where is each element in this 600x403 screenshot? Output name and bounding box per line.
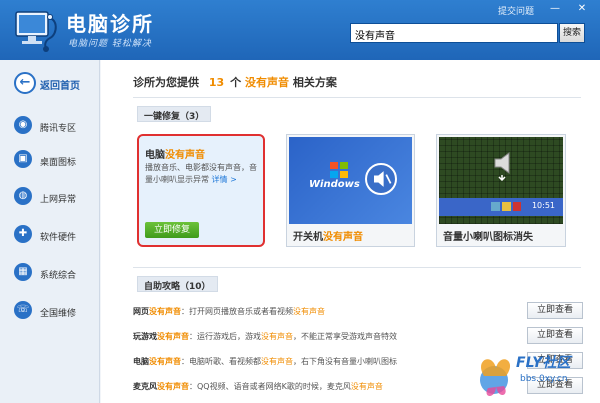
guide-desc-c: ，不能正常享受游戏声音特效 xyxy=(293,332,397,341)
close-button[interactable]: ✕ xyxy=(574,2,590,16)
back-arrow-icon: ← xyxy=(14,72,36,94)
sidebar-item-label: 腾讯专区 xyxy=(40,124,77,134)
windows-logo-text: Windows xyxy=(309,179,360,190)
monitor-icon: ▣ xyxy=(14,150,32,168)
sidebar-item-label: 软件硬件 xyxy=(40,233,77,243)
guide-text: 电脑没有声音：电脑听歌、看视频都没有声音，右下角没有音量小喇叭图标 xyxy=(133,356,397,367)
guide-title-b: 没有声音 xyxy=(157,332,189,341)
caption-b: 没有声音 xyxy=(323,232,363,243)
watermark-text: FLY社区 xyxy=(516,355,571,371)
mute-speaker-icon xyxy=(365,163,397,195)
globe-icon: ◍ xyxy=(14,187,32,205)
card-caption: 开关机没有声音 xyxy=(293,228,363,243)
search-input[interactable]: 没有声音 xyxy=(350,23,558,43)
guide-text: 玩游戏没有声音：运行游戏后，游戏没有声音，不能正常享受游戏声音特效 xyxy=(133,331,397,342)
sidebar-item-label: 全国维修 xyxy=(40,309,77,319)
sidebar: ← 返回首页 ◉ 腾讯专区 ▣ 桌面图标 ◍ 上网异常 ✚ 软件硬件 ▦ 系统综… xyxy=(0,60,100,403)
fix-card-volume-icon[interactable]: 10:51 音量小喇叭图标消失 xyxy=(436,134,566,247)
penguin-icon: ◉ xyxy=(14,116,32,134)
desktop-thumbnail: 10:51 xyxy=(439,137,563,224)
tray-clock: 10:51 xyxy=(531,201,555,210)
windows-icon: ▦ xyxy=(14,263,32,281)
headline-suffix: 相关方案 xyxy=(292,76,337,89)
divider xyxy=(133,267,581,268)
fix-card-no-sound[interactable]: 电脑没有声音 播放音乐、电影都没有声音，音量小喇叭显示异常 详情 > 立即修复 xyxy=(137,134,265,247)
card-caption: 音量小喇叭图标消失 xyxy=(443,232,533,243)
windows-xp-thumbnail: Windows xyxy=(289,137,412,224)
app-title: 电脑诊所 xyxy=(66,12,154,36)
guide-text: 网页没有声音：打开网页播放音乐或者看视频没有声音 xyxy=(133,306,325,317)
solution-count: 13 xyxy=(208,76,225,89)
card-title-b: 没有声音 xyxy=(165,150,205,161)
phone-icon: ☏ xyxy=(14,301,32,319)
guide-text: 麦克风没有声音：QQ视频、语音或者网络K歌的时候，麦克风没有声音 xyxy=(133,381,383,392)
card-description: 播放音乐、电影都没有声音，音量小喇叭显示异常 详情 > xyxy=(145,162,263,186)
sidebar-item-label: 上网异常 xyxy=(40,195,77,205)
app-slogan: 电脑问题 轻松解决 xyxy=(68,39,152,49)
guide-desc-b: 没有声音 xyxy=(293,307,325,316)
sidebar-item-label: 桌面图标 xyxy=(40,158,77,168)
watermark-url: bbs.0xy.cn xyxy=(520,374,568,384)
guide-title-b: 没有声音 xyxy=(149,357,181,366)
guide-desc-a: ：运行游戏后，游戏 xyxy=(189,332,261,341)
guide-desc-b: 没有声音 xyxy=(261,332,293,341)
self-help-section-label: 自助攻略（10） xyxy=(137,276,218,292)
app-header: 电脑诊所 电脑问题 轻松解决 提交问题 — ✕ 没有声音 搜索 xyxy=(0,0,600,60)
details-link[interactable]: 详情 > xyxy=(212,175,237,184)
sidebar-item-internet[interactable]: ◍ 上网异常 xyxy=(0,177,100,217)
headline-prefix: 诊所为您提供 xyxy=(133,76,199,89)
sidebar-item-home[interactable]: ← 返回首页 xyxy=(0,62,100,102)
submit-issue-link[interactable]: 提交问题 xyxy=(498,4,534,17)
guide-desc-b: 没有声音 xyxy=(350,382,383,391)
guide-title-a: 电脑 xyxy=(133,357,149,366)
card-desc-text: 播放音乐、电影都没有声音，音量小喇叭显示异常 xyxy=(145,163,257,184)
guide-desc-a: ：电脑听歌、看视频都 xyxy=(181,357,261,366)
sidebar-item-label: 返回首页 xyxy=(40,81,80,92)
headline-mid: 个 xyxy=(230,76,242,89)
sidebar-item-desktop-icons[interactable]: ▣ 桌面图标 xyxy=(0,140,100,180)
guide-title-a: 麦克风 xyxy=(133,382,157,391)
guide-desc-a: ：打开网页播放音乐或者看视频 xyxy=(181,307,293,316)
gamepad-icon: ✚ xyxy=(14,225,32,243)
view-now-button[interactable]: 立即查看 xyxy=(527,327,583,344)
fly-community-watermark: FLY社区 bbs.0xy.cn xyxy=(474,346,600,403)
tray-icons xyxy=(491,202,521,211)
speaker-icon xyxy=(494,152,510,181)
fix-now-button[interactable]: 立即修复 xyxy=(145,222,199,238)
headline-keyword: 没有声音 xyxy=(245,76,289,89)
guide-desc-b: 没有声音 xyxy=(261,357,293,366)
one-click-fix-section-label: 一键修复（3） xyxy=(137,106,212,122)
butterfly-logo-icon xyxy=(480,359,511,396)
card-title: 电脑没有声音 xyxy=(145,146,205,161)
windows-flag-icon xyxy=(330,162,348,178)
sidebar-item-label: 系统综合 xyxy=(40,271,77,281)
fix-card-startup-sound[interactable]: Windows 开关机没有声音 xyxy=(286,134,415,247)
guide-title-a: 玩游戏 xyxy=(133,332,157,341)
guide-row: 网页没有声音：打开网页播放音乐或者看视频没有声音 立即查看 xyxy=(133,300,583,322)
guide-desc-a: ：QQ视频、语音或者网络K歌的时候，麦克风 xyxy=(189,382,351,391)
sidebar-item-system[interactable]: ▦ 系统综合 xyxy=(0,253,100,293)
caption-a: 开关机 xyxy=(293,232,323,243)
guide-desc-c: ，右下角没有音量小喇叭图标 xyxy=(293,357,397,366)
monitor-stethoscope-logo-icon xyxy=(15,11,57,52)
view-now-button[interactable]: 立即查看 xyxy=(527,302,583,319)
search-button[interactable]: 搜索 xyxy=(559,23,585,43)
taskbar: 10:51 xyxy=(439,198,563,216)
guide-title-a: 网页 xyxy=(133,307,149,316)
page-title: 诊所为您提供 13 个 没有声音 相关方案 xyxy=(133,74,337,90)
divider xyxy=(133,97,581,98)
minimize-button[interactable]: — xyxy=(547,2,563,16)
sidebar-item-repair[interactable]: ☏ 全国维修 xyxy=(0,291,100,331)
card-title-a: 电脑 xyxy=(145,150,165,161)
guide-title-b: 没有声音 xyxy=(157,382,189,391)
guide-title-b: 没有声音 xyxy=(149,307,181,316)
guide-row: 玩游戏没有声音：运行游戏后，游戏没有声音，不能正常享受游戏声音特效 立即查看 xyxy=(133,325,583,347)
sidebar-item-software-hardware[interactable]: ✚ 软件硬件 xyxy=(0,215,100,255)
